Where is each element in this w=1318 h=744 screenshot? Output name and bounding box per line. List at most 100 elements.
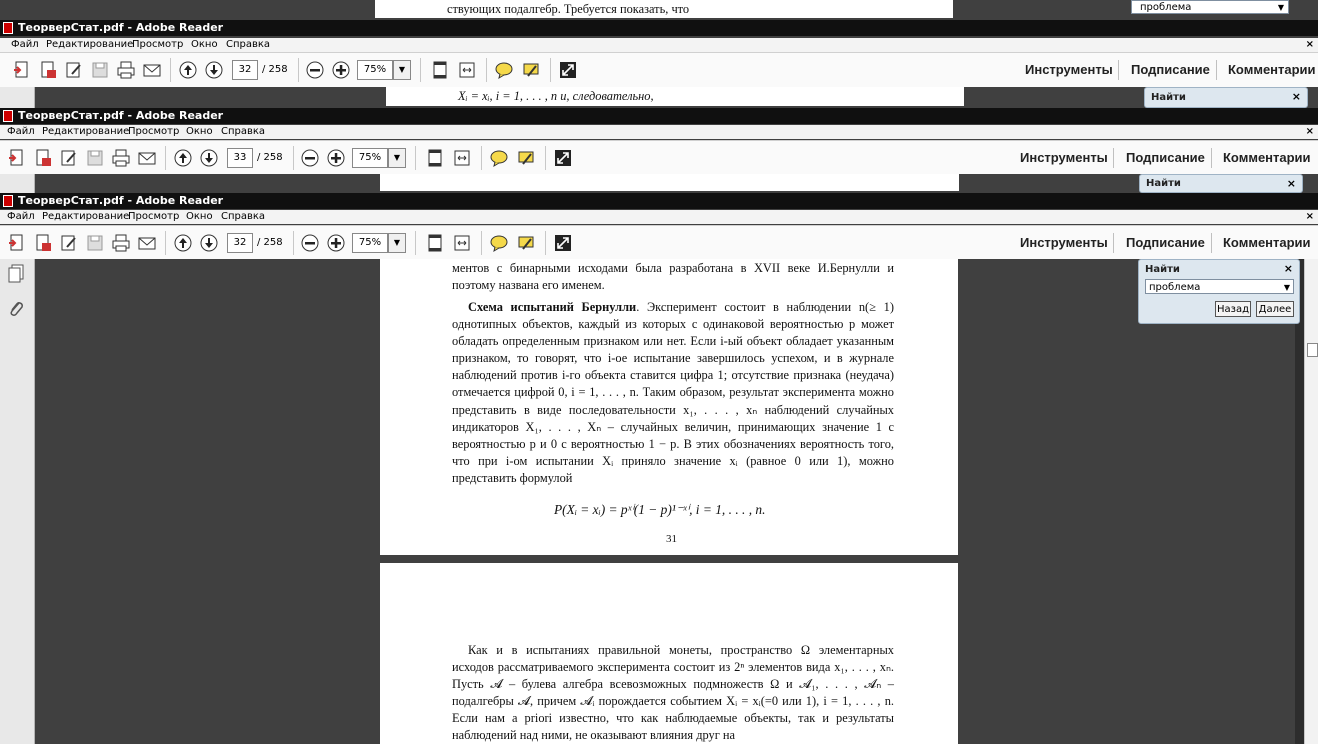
next-page-icon[interactable]	[204, 60, 224, 80]
email-icon[interactable]	[142, 60, 162, 80]
menu-window[interactable]: Окно	[191, 38, 218, 52]
sign-button[interactable]: Подписание	[1131, 60, 1210, 80]
menu-edit[interactable]: Редактирование	[42, 210, 129, 224]
export-pdf-icon[interactable]	[38, 60, 58, 80]
create-pdf-icon[interactable]	[12, 60, 32, 80]
zoom-level-input[interactable]: 75%	[352, 148, 388, 168]
close-document-icon[interactable]: ×	[1306, 38, 1314, 52]
previous-page-icon[interactable]	[178, 60, 198, 80]
fit-page-icon[interactable]	[425, 233, 445, 253]
previous-page-icon[interactable]	[173, 148, 193, 168]
menu-view[interactable]: Просмотр	[128, 125, 179, 139]
highlight-icon[interactable]	[516, 233, 536, 253]
menu-view[interactable]: Просмотр	[132, 38, 183, 52]
tools-button[interactable]: Инструменты	[1020, 233, 1108, 253]
export-pdf-icon[interactable]	[33, 233, 53, 253]
menu-help[interactable]: Справка	[221, 125, 265, 139]
save-icon[interactable]	[85, 148, 105, 168]
page-number-input[interactable]: 32	[227, 233, 253, 253]
full-screen-icon[interactable]	[553, 233, 573, 253]
highlight-icon[interactable]	[516, 148, 536, 168]
print-icon[interactable]	[111, 233, 131, 253]
close-icon[interactable]: ×	[1292, 90, 1301, 103]
menu-window[interactable]: Окно	[186, 210, 213, 224]
previous-page-icon[interactable]	[173, 233, 193, 253]
create-pdf-icon[interactable]	[7, 233, 27, 253]
find-back-button[interactable]: Назад	[1215, 301, 1251, 317]
zoom-level-input[interactable]: 75%	[352, 233, 388, 253]
zoom-in-icon[interactable]	[326, 148, 346, 168]
page-total: / 258	[257, 152, 283, 163]
comment-icon[interactable]	[489, 148, 509, 168]
close-icon[interactable]: ×	[1284, 262, 1293, 275]
edit-icon[interactable]	[59, 148, 79, 168]
menu-edit[interactable]: Редактирование	[42, 125, 129, 139]
menu-window[interactable]: Окно	[186, 125, 213, 139]
zoom-in-icon[interactable]	[326, 233, 346, 253]
comment-icon[interactable]	[489, 233, 509, 253]
comment-icon[interactable]	[494, 60, 514, 80]
vertical-scrollbar[interactable]	[1304, 259, 1318, 744]
page-number-input[interactable]: 33	[227, 148, 253, 168]
export-pdf-icon[interactable]	[33, 148, 53, 168]
close-icon[interactable]: ×	[1287, 177, 1296, 190]
highlight-icon[interactable]	[521, 60, 541, 80]
fit-width-icon[interactable]	[457, 60, 477, 80]
left-nav-panel	[0, 174, 35, 193]
menu-file[interactable]: Файл	[7, 210, 35, 224]
menu-help[interactable]: Справка	[226, 38, 270, 52]
close-document-icon[interactable]: ×	[1306, 125, 1314, 139]
toolbar-divider	[1113, 148, 1114, 168]
fit-page-icon[interactable]	[430, 60, 450, 80]
comment-button[interactable]: Комментарии	[1228, 60, 1316, 80]
scrollbar-thumb[interactable]	[1307, 343, 1318, 357]
zoom-in-icon[interactable]	[331, 60, 351, 80]
page-number-input[interactable]: 32	[232, 60, 258, 80]
next-page-icon[interactable]	[199, 148, 219, 168]
find-field-fragment[interactable]: проблема ▼	[1131, 0, 1289, 14]
full-screen-icon[interactable]	[553, 148, 573, 168]
chevron-down-icon[interactable]: ▼	[388, 233, 406, 253]
print-icon[interactable]	[116, 60, 136, 80]
chevron-down-icon[interactable]: ▼	[388, 148, 406, 168]
fit-width-icon[interactable]	[452, 148, 472, 168]
find-query-select[interactable]: проблема ▼	[1145, 279, 1294, 294]
close-document-icon[interactable]: ×	[1306, 210, 1314, 224]
zoom-out-icon[interactable]	[300, 233, 320, 253]
menu-file[interactable]: Файл	[11, 38, 39, 52]
comment-button[interactable]: Комментарии	[1223, 148, 1311, 168]
fit-page-icon[interactable]	[425, 148, 445, 168]
paperclip-icon[interactable]	[7, 299, 25, 319]
tools-button[interactable]: Инструменты	[1025, 60, 1113, 80]
edit-icon[interactable]	[64, 60, 84, 80]
print-icon[interactable]	[111, 148, 131, 168]
fit-width-icon[interactable]	[452, 233, 472, 253]
menu-edit[interactable]: Редактирование	[46, 38, 133, 52]
email-icon[interactable]	[137, 233, 157, 253]
zoom-out-icon[interactable]	[300, 148, 320, 168]
full-screen-icon[interactable]	[558, 60, 578, 80]
bernoulli-formula: P(Xᵢ = xᵢ) = pˣⁱ(1 − p)¹⁻ˣⁱ, i = 1, . . …	[554, 502, 766, 517]
pages-panel-icon[interactable]	[7, 264, 25, 284]
save-icon[interactable]	[85, 233, 105, 253]
next-page-icon[interactable]	[199, 233, 219, 253]
zoom-level-input[interactable]: 75%	[357, 60, 393, 80]
email-icon[interactable]	[137, 148, 157, 168]
edit-icon[interactable]	[59, 233, 79, 253]
save-icon[interactable]	[90, 60, 110, 80]
title-bar: ТеорверСтат.pdf - Adobe Reader	[0, 20, 1318, 36]
create-pdf-icon[interactable]	[7, 148, 27, 168]
menu-view[interactable]: Просмотр	[128, 210, 179, 224]
comment-button[interactable]: Комментарии	[1223, 233, 1311, 253]
tools-button[interactable]: Инструменты	[1020, 148, 1108, 168]
sign-button[interactable]: Подписание	[1126, 148, 1205, 168]
zoom-out-icon[interactable]	[305, 60, 325, 80]
paragraph-title: Схема испытаний Бернулли	[468, 300, 637, 314]
sign-button[interactable]: Подписание	[1126, 233, 1205, 253]
menu-file[interactable]: Файл	[7, 125, 35, 139]
chevron-down-icon[interactable]: ▼	[393, 60, 411, 80]
find-next-button[interactable]: Далее	[1256, 301, 1294, 317]
menu-help[interactable]: Справка	[221, 210, 265, 224]
pdf-page: Как и в испытаниях правильной монеты, пр…	[380, 563, 958, 744]
chevron-down-icon: ▼	[1277, 3, 1284, 12]
